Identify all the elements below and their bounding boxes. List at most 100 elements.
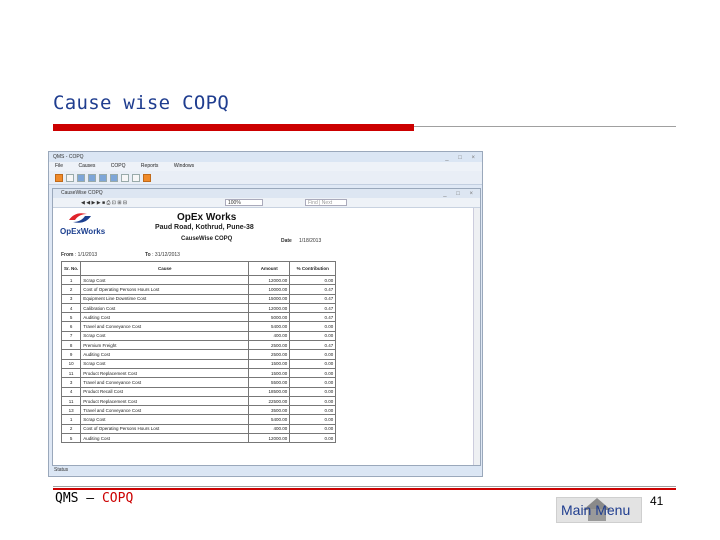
cell-amount: 12000.00	[248, 302, 291, 314]
company-name: OpEx Works	[177, 212, 237, 223]
report-window: CauseWise COPQ _ □ × ◀ ◀ ▶ ▶ ■ ⎙ ⊡ ⊞ ⊟ 1…	[52, 188, 481, 466]
table-body: 1 Scrap Cost 12000.00 0.00 2 Cost of Operatin…	[60, 274, 337, 444]
cell-amount: 12000.00	[248, 274, 291, 286]
cell-sr-no: 9	[60, 349, 82, 360]
company-logo: OpExWorks	[59, 211, 105, 241]
main-menu-label: Main Menu	[561, 502, 631, 518]
cell-cause: Product Replacement Cost	[80, 367, 250, 379]
title-rule-thin	[414, 126, 676, 127]
cell-sr-no: 11	[60, 395, 82, 407]
cell-amount: 2500.00	[248, 349, 291, 360]
col-amount: Amount	[248, 261, 291, 276]
cell-cause: Equipment Line Downtime Cost	[80, 293, 250, 304]
cell-cause: Scrap Cost	[80, 330, 250, 342]
cell-amount: 15000.00	[248, 293, 291, 304]
app-title: QMS - COPQ	[53, 154, 84, 160]
table-row: 6 Travel and Conveyance Cost 5400.00 0.00	[60, 321, 337, 332]
from-value: 1/1/2013	[77, 252, 98, 258]
main-menu-button[interactable]: Main Menu	[556, 497, 642, 523]
print-icon[interactable]	[121, 173, 129, 182]
footer-label: QMS – COPQ	[55, 491, 133, 506]
app-window: QMS - COPQ _ □ × File Causes COPQ Report…	[48, 151, 483, 477]
report-titlebar: CauseWise COPQ _ □ ×	[53, 189, 480, 198]
prev-record-icon[interactable]	[88, 173, 96, 182]
app-toolbar	[49, 171, 482, 185]
cell-contribution: 0.47	[289, 284, 337, 295]
to-date: To : 31/12/2013	[145, 252, 180, 258]
cell-contribution: 0.00	[289, 358, 337, 369]
menu-copq[interactable]: COPQ	[111, 163, 126, 169]
table-row: 2 Cost of Operating Persons Hours Lost 400…	[60, 423, 337, 435]
cell-cause: Scrap Cost	[80, 414, 250, 425]
cell-contribution: 0.00	[289, 405, 337, 416]
cell-sr-no: 10	[60, 358, 82, 369]
cell-sr-no: 2	[60, 423, 82, 435]
cell-sr-no: 5	[60, 312, 82, 323]
cell-cause: Travel and Conveyance Cost	[80, 377, 250, 388]
cell-contribution: 0.47	[289, 312, 337, 323]
last-record-icon[interactable]	[110, 173, 118, 182]
window-controls[interactable]: _ □ ×	[445, 153, 479, 163]
cell-sr-no: 2	[60, 284, 82, 295]
cell-sr-no: 4	[60, 302, 82, 314]
cell-contribution: 0.00	[289, 367, 337, 379]
vertical-scrollbar[interactable]	[473, 208, 480, 465]
table-row: 11 Product Replacement Cost 1500.00 0.00	[60, 367, 337, 379]
cell-sr-no: 8	[60, 340, 82, 351]
cell-contribution: 0.00	[289, 423, 337, 435]
footer-rule	[53, 488, 676, 490]
cell-contribution: 0.00	[289, 386, 337, 397]
cell-amount: 2500.00	[248, 340, 291, 351]
cell-cause: Auditing Cost	[80, 433, 250, 444]
cell-amount: 22500.00	[248, 395, 291, 407]
table-row: 3 Travel and Conveyance Cost 5500.00 0.00	[60, 377, 337, 388]
cell-cause: Auditing Cost	[80, 349, 250, 360]
menu-file[interactable]: File	[55, 163, 63, 169]
company-address: Paud Road, Kothrud, Pune-38	[155, 224, 254, 231]
cell-sr-no: 13	[60, 405, 82, 416]
table-row: 8 Premium Freight 2500.00 0.47	[60, 340, 337, 351]
cell-sr-no: 4	[60, 386, 82, 397]
cell-sr-no: 3	[60, 293, 82, 304]
cell-sr-no: 1	[60, 414, 82, 425]
table-row: 5 Auditing Cost 12000.00 0.00	[60, 433, 337, 444]
cell-cause: Travel and Conveyance Cost	[80, 405, 250, 416]
next-record-icon[interactable]	[99, 173, 107, 182]
cell-cause: Scrap Cost	[80, 358, 250, 369]
cell-sr-no: 1	[60, 274, 82, 286]
cell-cause: Calibration Cost	[80, 302, 250, 314]
report-nav-icons[interactable]: ◀ ◀ ▶ ▶ ■ ⎙ ⊡ ⊞ ⊟	[81, 200, 127, 206]
table-row: 5 Auditing Cost 5000.00 0.47	[60, 312, 337, 323]
cell-contribution: 0.00	[289, 330, 337, 342]
cell-cause: Product Recall Cost	[80, 386, 250, 397]
exit-icon[interactable]	[143, 173, 151, 182]
cell-contribution: 0.00	[289, 433, 337, 444]
table-row: 11 Product Replacement Cost 22500.00 0.00	[60, 395, 337, 407]
menu-reports[interactable]: Reports	[141, 163, 159, 169]
cell-amount: 5400.00	[248, 321, 291, 332]
to-label: To	[145, 252, 151, 258]
cell-amount: 12000.00	[248, 433, 291, 444]
cell-sr-no: 7	[60, 330, 82, 342]
logo-text: OpExWorks	[60, 227, 106, 236]
cell-sr-no: 11	[60, 367, 82, 379]
first-record-icon[interactable]	[77, 173, 85, 182]
table-row: 1 Scrap Cost 12000.00 0.00	[60, 274, 337, 286]
find-input[interactable]: Find | Next	[305, 199, 347, 206]
cell-contribution: 0.47	[289, 340, 337, 351]
status-bar: Status	[50, 466, 481, 475]
cell-contribution: 0.47	[289, 293, 337, 304]
refresh-icon[interactable]	[132, 173, 140, 182]
cell-amount: 400.00	[248, 423, 291, 435]
date-value: 1/18/2013	[299, 238, 322, 244]
menu-causes[interactable]: Causes	[78, 163, 95, 169]
slide-title: Cause wise COPQ	[53, 92, 230, 114]
app-menubar: File Causes COPQ Reports Windows	[49, 162, 482, 171]
edit-icon[interactable]	[66, 173, 74, 182]
add-icon[interactable]	[55, 173, 63, 182]
table-row: 9 Auditing Cost 2500.00 0.00	[60, 349, 337, 360]
menu-windows[interactable]: Windows	[174, 163, 194, 169]
zoom-select[interactable]: 100%	[225, 199, 263, 206]
cell-contribution: 0.00	[289, 349, 337, 360]
table-row: 13 Travel and Conveyance Cost 3500.00 0.00	[60, 405, 337, 416]
